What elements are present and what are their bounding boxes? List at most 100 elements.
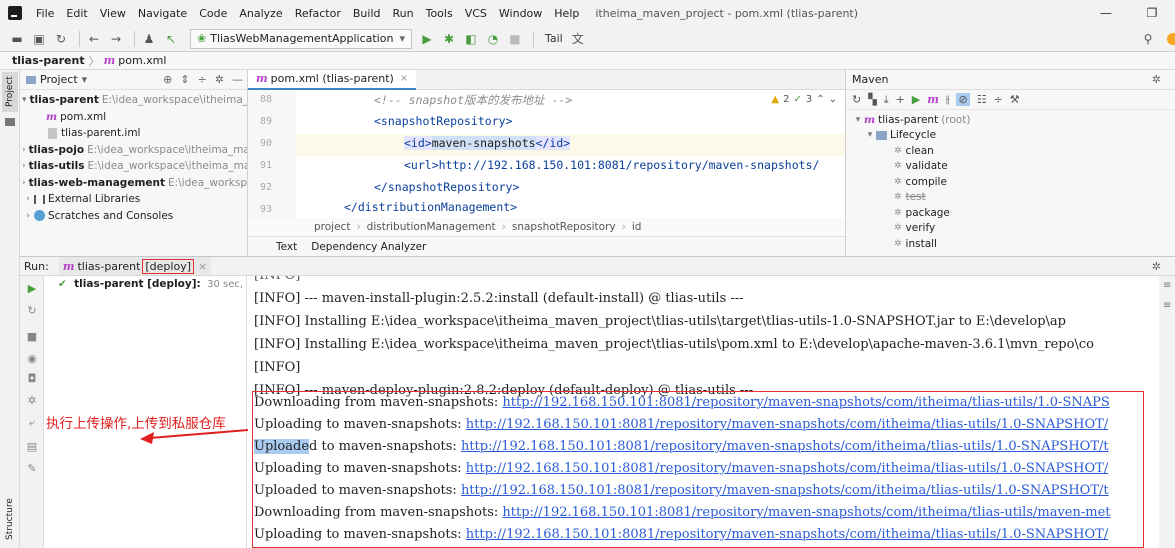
hide-icon[interactable]: — [232,73,243,86]
maven-phase-compile[interactable]: ✲ compile [846,174,1175,190]
maven-lifecycle[interactable]: ▾ Lifecycle [846,128,1175,144]
code-line-91[interactable]: <url>http://192.168.150.101:8081/reposit… [404,158,819,172]
maven-phase-verify[interactable]: ✲ verify [846,221,1175,237]
screenshot-icon[interactable]: ◘ [25,372,39,386]
menu-tools[interactable]: Tools [420,7,459,20]
tab-text[interactable]: Text [276,241,297,253]
save-icon[interactable]: ▣ [30,30,48,48]
chevron-down-icon[interactable]: ⌄ [829,94,837,105]
execute-goal-icon[interactable]: m [927,93,939,106]
menu-analyze[interactable]: Analyze [233,7,288,20]
collapse-all-icon[interactable]: ÷ [994,93,1003,106]
menu-run[interactable]: Run [387,7,420,20]
structure-tool-tab[interactable]: Structure [2,494,18,544]
tree-item-tlias-parent[interactable]: ▾ tlias-parent E:\idea_workspace\itheima… [20,92,247,109]
tree-item-scratches[interactable]: › Scratches and Consoles [20,208,247,225]
inspection-widget[interactable]: ▲ 2 ✓ 3 ⌃ ⌄ [771,94,837,105]
chevron-up-icon[interactable]: ⌃ [816,94,824,105]
back-icon[interactable]: ← [85,30,103,48]
project-tool-tab[interactable]: Project [2,72,18,112]
forward-icon[interactable]: → [107,30,125,48]
download-icon[interactable]: ⤓ [884,93,889,107]
wrench-icon[interactable]: ⚒ [1010,93,1020,106]
maven-phase-package[interactable]: ✲ package [846,205,1175,221]
menu-vcs[interactable]: VCS [459,7,493,20]
menu-file[interactable]: File [30,7,60,20]
toggle-offline-icon[interactable]: ⫲ [946,93,950,107]
tree-item-pom[interactable]: m pom.xml [20,109,247,126]
chevron-right-icon[interactable]: › [22,194,34,204]
code-line-92[interactable]: </snapshotRepository> [374,180,519,194]
chevron-down-icon[interactable]: ▾ [82,73,88,86]
search-icon[interactable]: ⚲ [1139,30,1157,48]
menu-help[interactable]: Help [548,7,585,20]
editor-tab-pom[interactable]: m pom.xml (tlias-parent) × [248,70,417,90]
chevron-right-icon[interactable]: › [22,211,34,221]
gear-icon[interactable]: ✲ [1152,73,1161,86]
pin-icon[interactable]: ✎ [25,462,39,476]
show-dependencies-icon[interactable]: ☷ [977,93,987,106]
add-icon[interactable]: + [896,93,905,106]
xml-crumb[interactable]: distributionManagement [367,221,496,233]
tree-item-external-libraries[interactable]: › External Libraries [20,191,247,208]
settings-icon[interactable]: ✲ [25,394,39,408]
maven-phase-test[interactable]: ✲ test [846,190,1175,206]
menu-lines-icon[interactable]: ≡ [1163,280,1171,291]
chevron-right-icon[interactable]: › [22,178,26,188]
user-icon[interactable]: ♟ [140,30,158,48]
translate-icon[interactable]: 文 [569,30,587,48]
gear-icon[interactable]: ✲ [1152,260,1161,273]
print-icon[interactable]: ▤ [25,440,39,454]
gear-icon[interactable]: ✲ [215,73,224,86]
code-line-88[interactable]: <!-- snapshot版本的发布地址 --> [374,92,572,108]
menu-navigate[interactable]: Navigate [132,7,193,20]
tail-button[interactable]: Tail [545,32,563,45]
tree-item-iml[interactable]: tlias-parent.iml [20,125,247,142]
xml-crumb[interactable]: snapshotRepository [512,221,616,233]
maven-phase-validate[interactable]: ✲ validate [846,159,1175,175]
xml-crumb[interactable]: id [632,221,642,233]
breadcrumb-file[interactable]: pom.xml [118,54,166,67]
project-panel-title[interactable]: Project [40,73,78,86]
menu-lines-icon[interactable]: ≡ [1163,300,1171,311]
expand-all-icon[interactable]: ⇕ [180,73,189,86]
sync-icon[interactable]: ↻ [52,30,70,48]
collapse-all-icon[interactable]: ÷ [198,73,207,86]
xml-crumb[interactable]: project [314,221,350,233]
build-hammer-icon[interactable]: ↖ [162,30,180,48]
soft-wrap-icon[interactable]: ⤶ [25,416,39,430]
run-configuration-selector[interactable]: ❀ TliasWebManagementApplication ▾ [190,28,412,49]
tab-dependency-analyzer[interactable]: Dependency Analyzer [311,241,426,253]
skip-tests-icon[interactable]: ⊘ [956,93,970,106]
code-line-90[interactable]: <id>maven-snapshots</id> [404,136,571,150]
open-folder-icon[interactable]: ▬ [8,30,26,48]
debug-icon[interactable]: ✱ [440,30,458,48]
reload-icon[interactable]: ↻ [852,93,861,106]
maven-phase-install[interactable]: ✲ install [846,236,1175,252]
chevron-down-icon[interactable]: ▾ [852,115,864,125]
generate-sources-icon[interactable]: ▚ [868,93,876,106]
view-icon[interactable]: ◉ [25,352,39,366]
minimize-button[interactable]: — [1083,6,1129,20]
stop-icon[interactable]: ■ [506,30,524,48]
close-icon[interactable]: × [198,260,207,273]
close-icon[interactable]: × [400,73,408,84]
menu-view[interactable]: View [94,7,132,20]
code-line-93[interactable]: </distributionManagement> [344,200,517,214]
stop-icon[interactable]: ■ [25,330,39,344]
maven-phase-clean[interactable]: ✲ clean [846,143,1175,159]
menu-refactor[interactable]: Refactor [289,7,347,20]
coverage-icon[interactable]: ◧ [462,30,480,48]
rerun-icon[interactable]: ▶ [25,282,39,296]
tree-item-tlias-web-management[interactable]: › tlias-web-management E:\idea_workspace… [20,175,247,192]
console-output[interactable]: [INFO] [INFO] --- maven-install-plugin:2… [248,276,1175,548]
menu-edit[interactable]: Edit [60,7,93,20]
run-tab-tlias-parent-deploy[interactable]: m tlias-parent [deploy] × [58,257,212,275]
profile-icon[interactable]: ◔ [484,30,502,48]
maven-root[interactable]: ▾ m tlias-parent (root) [846,112,1175,128]
maximize-button[interactable]: ❐ [1129,6,1175,20]
menu-code[interactable]: Code [193,7,233,20]
code-line-89[interactable]: <snapshotRepository> [374,114,512,128]
chevron-down-icon[interactable]: ▾ [22,95,27,105]
rerun-failed-icon[interactable]: ↻ [25,304,39,318]
